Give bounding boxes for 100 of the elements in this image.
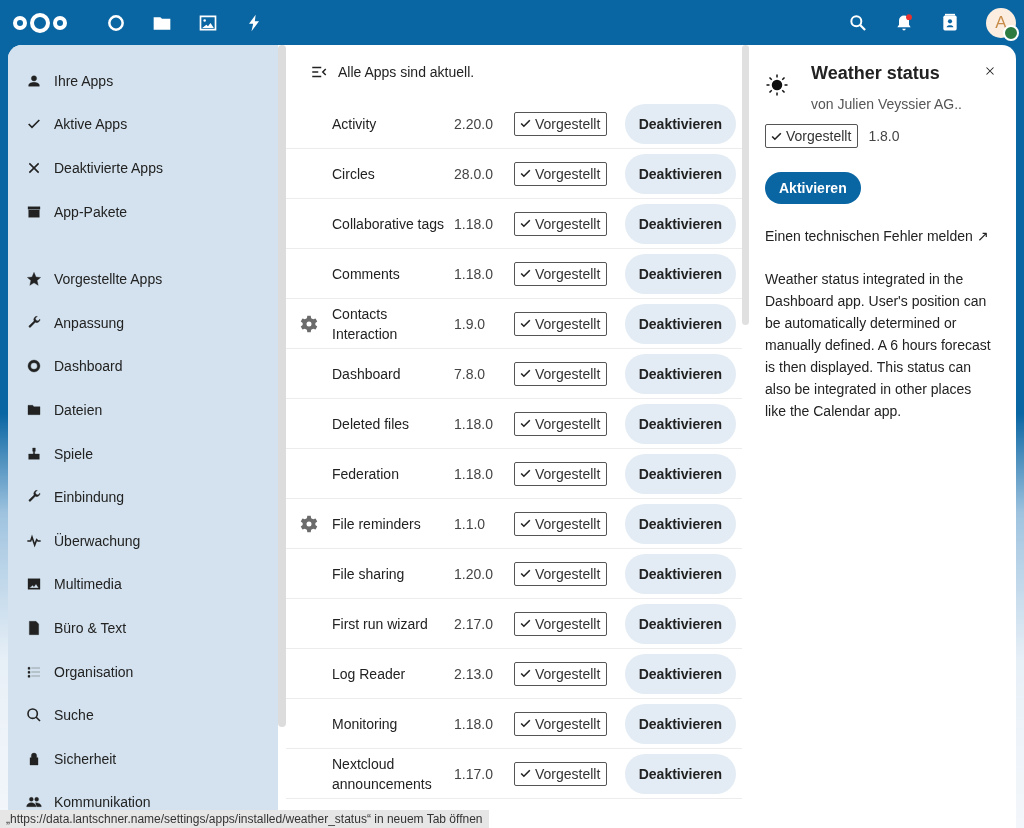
app-version: 1.8.0 <box>868 128 900 144</box>
disable-button[interactable]: Deaktivieren <box>624 353 736 394</box>
sidebar-item[interactable]: Spiele <box>16 431 278 476</box>
disable-button[interactable]: Deaktivieren <box>624 403 736 444</box>
app-row[interactable]: Comments 1.18.0 Vorgestellt Deaktivieren <box>286 249 742 299</box>
app-version: 2.13.0 <box>454 665 494 682</box>
featured-badge: Vorgestellt <box>514 261 608 286</box>
featured-badge: Vorgestellt <box>514 511 608 536</box>
app-name: Comments <box>332 264 401 284</box>
sidebar-item[interactable]: Deaktivierte Apps <box>16 146 278 190</box>
app-name: Nextcloud announcements <box>332 754 433 794</box>
app-row[interactable]: First run wizard 2.17.0 Vorgestellt Deaktivieren <box>286 599 742 649</box>
contacts-icon[interactable] <box>940 12 960 33</box>
app-row[interactable]: File reminders 1.1.0 Vorgestellt Deaktivieren <box>286 499 742 549</box>
disable-button[interactable]: Deaktivieren <box>624 303 736 344</box>
app-row[interactable]: Deleted files 1.18.0 Vorgestellt Deaktivieren <box>286 399 742 449</box>
app-row[interactable]: Nextcloud announcements 1.17.0 Vorgestellt Deaktivieren <box>286 749 742 799</box>
app-name: Collaborative tags <box>332 214 446 234</box>
featured-badge: Vorgestellt <box>514 561 608 586</box>
status-message: Alle Apps sind aktuell. <box>338 64 475 80</box>
category-icon <box>26 271 42 288</box>
sidebar-item[interactable]: Organisation <box>16 649 278 694</box>
app-name: Deleted files <box>332 414 411 434</box>
app-row[interactable]: Collaborative tags 1.18.0 Vorgestellt Deaktivieren <box>286 199 742 249</box>
disable-button[interactable]: Deaktivieren <box>624 503 736 544</box>
app-row[interactable]: Log Reader 2.13.0 Vorgestellt Deaktivieren <box>286 649 742 699</box>
app-version: 1.18.0 <box>454 465 494 482</box>
featured-badge: Vorgestellt <box>514 211 608 236</box>
app-name: File sharing <box>332 564 406 584</box>
sidebar-item[interactable]: Dateien <box>16 388 278 432</box>
app-version: 7.8.0 <box>454 365 487 382</box>
app-version: 1.1.0 <box>454 515 487 532</box>
app-author: von Julien Veyssier AG.. <box>811 96 962 112</box>
app-name: First run wizard <box>332 614 429 634</box>
app-version: 1.17.0 <box>454 765 494 782</box>
category-icon <box>26 160 42 176</box>
sidebar-item[interactable]: Suche <box>16 693 278 737</box>
app-name: File reminders <box>332 514 422 534</box>
scrollbar[interactable] <box>742 45 749 325</box>
link-tooltip: „https://data.lantschner.name/settings/apps/installed/weather_status“ in neuem Tab öffnen <box>0 810 489 828</box>
app-name: Dashboard <box>332 364 402 384</box>
app-row[interactable]: Contacts Interaction 1.9.0 Vorgestellt Deaktivieren <box>286 299 742 349</box>
app-version: 1.18.0 <box>454 265 494 282</box>
category-icon <box>26 576 42 593</box>
app-row[interactable]: File sharing 1.20.0 Vorgestellt Deaktivieren <box>286 549 742 599</box>
sidebar-item[interactable]: Vorgestellte Apps <box>16 257 278 301</box>
sidebar-item[interactable]: Sicherheit <box>16 736 278 781</box>
sidebar-item[interactable]: Dashboard <box>16 344 278 389</box>
featured-badge: Vorgestellt <box>765 124 859 148</box>
category-icon <box>26 619 42 636</box>
sidebar-item[interactable]: Multimedia <box>16 562 278 607</box>
app-version: 1.9.0 <box>454 315 487 332</box>
disable-button[interactable]: Deaktivieren <box>624 103 736 144</box>
gear-icon[interactable] <box>299 513 319 534</box>
featured-badge: Vorgestellt <box>514 111 608 136</box>
enable-button[interactable]: Aktivieren <box>765 172 861 204</box>
featured-badge: Vorgestellt <box>514 661 608 686</box>
sidebar-item[interactable]: Büro & Text <box>16 606 278 650</box>
sidebar-item[interactable]: Einbindung <box>16 475 278 519</box>
disable-button[interactable]: Deaktivieren <box>624 703 736 744</box>
app-row[interactable]: Federation 1.18.0 Vorgestellt Deaktivieren <box>286 449 742 499</box>
sidebar-item[interactable]: Überwachung <box>16 518 278 563</box>
search-icon[interactable] <box>848 12 868 33</box>
scrollbar[interactable] <box>278 45 286 727</box>
disable-button[interactable]: Deaktivieren <box>624 153 736 194</box>
app-row[interactable]: Monitoring 1.18.0 Vorgestellt Deaktivieren <box>286 699 742 749</box>
category-icon <box>26 750 42 767</box>
app-title: Weather status <box>811 63 941 84</box>
sidebar-item[interactable]: App-Pakete <box>16 189 278 234</box>
featured-badge: Vorgestellt <box>514 411 608 436</box>
sidebar-item[interactable]: Ihre Apps <box>16 59 278 103</box>
app-version: 28.0.0 <box>454 165 494 182</box>
disable-button[interactable]: Deaktivieren <box>624 203 736 244</box>
logo-icon[interactable] <box>12 10 68 35</box>
disable-button[interactable]: Deaktivieren <box>624 753 736 794</box>
category-icon <box>26 314 42 331</box>
app-version: 1.18.0 <box>454 215 494 232</box>
sidebar-item[interactable]: Aktive Apps <box>16 102 278 147</box>
app-description: Weather status integrated in the Dashboard app. User's position can be automatically determined or manually defined. A 6 hours forecast is then displayed. This status can also be integrated in other places like the Calendar app. <box>765 270 992 421</box>
category-icon <box>26 707 42 724</box>
disable-button[interactable]: Deaktivieren <box>624 253 736 294</box>
disable-button[interactable]: Deaktivieren <box>624 603 736 644</box>
dashboard-icon[interactable] <box>106 12 126 33</box>
app-row[interactable]: Activity 2.20.0 Vorgestellt Deaktivieren <box>286 99 742 149</box>
disable-button[interactable]: Deaktivieren <box>624 653 736 694</box>
report-bug-link[interactable]: Einen technischen Fehler melden ↗ <box>765 228 989 244</box>
category-icon <box>26 358 42 375</box>
featured-badge: Vorgestellt <box>514 311 608 336</box>
app-row[interactable]: Dashboard 7.8.0 Vorgestellt Deaktivieren <box>286 349 742 399</box>
app-name: Federation <box>332 464 400 484</box>
disable-button[interactable]: Deaktivieren <box>624 553 736 594</box>
app-name: Log Reader <box>332 664 407 684</box>
featured-badge: Vorgestellt <box>514 711 608 736</box>
sidebar-item[interactable]: Anpassung <box>16 300 278 345</box>
gear-icon[interactable] <box>299 313 319 334</box>
disable-button[interactable]: Deaktivieren <box>624 453 736 494</box>
featured-badge: Vorgestellt <box>514 611 608 636</box>
app-row[interactable]: Circles 28.0.0 Vorgestellt Deaktivieren <box>286 149 742 199</box>
featured-badge: Vorgestellt <box>514 361 608 386</box>
app-name: Contacts Interaction <box>332 304 399 344</box>
